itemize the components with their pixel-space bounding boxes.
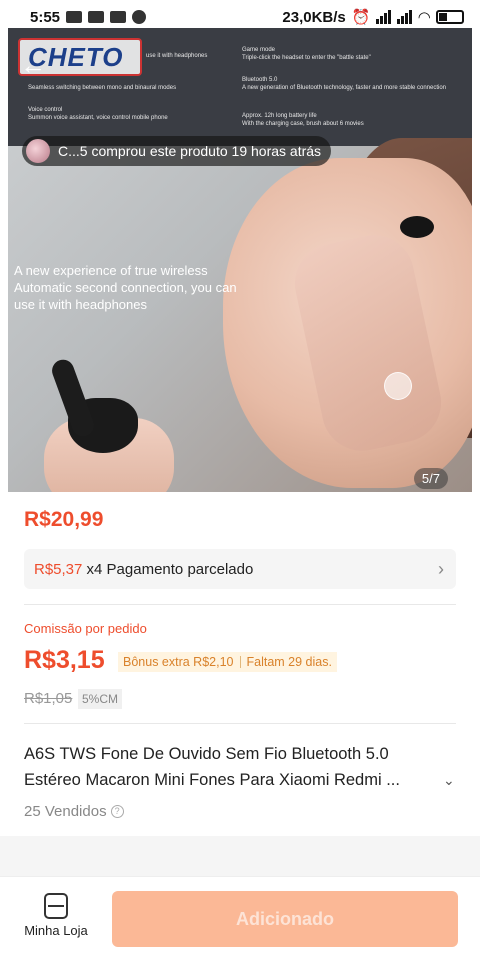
wifi-icon: ◠ bbox=[418, 9, 430, 26]
remaining-days: Faltam 29 dias. bbox=[246, 655, 332, 669]
divider bbox=[239, 656, 241, 668]
divider bbox=[24, 723, 456, 724]
chevron-right-icon: › bbox=[438, 559, 444, 579]
feature-text: use it with headphones bbox=[146, 53, 208, 59]
avatar bbox=[26, 139, 50, 163]
feature-text: Game mode bbox=[242, 47, 276, 53]
sold-text: 25 Vendidos bbox=[24, 803, 107, 820]
commission-label: Comissão por pedido bbox=[24, 621, 147, 636]
feature-text: Voice control bbox=[28, 107, 63, 113]
feature-text: Seamless switching between mono and bina… bbox=[28, 85, 177, 91]
feature-text: Approx. 12h long battery life bbox=[242, 113, 317, 119]
section-gap bbox=[0, 836, 480, 876]
recent-purchase-badge: C...5 comprou este produto 19 horas atrá… bbox=[22, 136, 332, 166]
earbud-image bbox=[400, 216, 434, 238]
bonus-text: Bônus extra R$2,10 bbox=[123, 655, 234, 669]
back-arrow-icon[interactable]: ← bbox=[20, 50, 50, 80]
status-left: 5:55 bbox=[30, 8, 147, 26]
bottom-action-bar: Minha Loja Adicionado bbox=[0, 876, 480, 960]
image-counter: 5/7 bbox=[413, 468, 448, 489]
feature-text: Triple-click the headset to enter the "b… bbox=[242, 55, 371, 61]
network-speed: 23,0KB/s bbox=[282, 8, 346, 26]
battery-icon bbox=[436, 10, 464, 24]
product-image[interactable]: use it with headphones Seamless switchin… bbox=[8, 28, 472, 492]
feature-text: Bluetooth 5.0 bbox=[242, 77, 278, 83]
signal-icon bbox=[397, 10, 413, 24]
commission-value: R$3,15 bbox=[24, 646, 105, 674]
floating-button[interactable] bbox=[384, 372, 412, 400]
my-store-button[interactable]: Minha Loja bbox=[14, 893, 98, 949]
image-caption: A new experience of true wireless Automa… bbox=[14, 263, 237, 312]
product-price: R$20,99 bbox=[24, 508, 104, 531]
alarm-icon: ⏰ bbox=[351, 9, 371, 26]
sold-count: 25 Vendidos ? bbox=[24, 803, 124, 820]
status-right: 23,0KB/s ⏰ ◠ bbox=[282, 8, 464, 26]
signal-icon bbox=[376, 10, 392, 24]
video-icon bbox=[110, 11, 127, 23]
store-icon bbox=[44, 893, 68, 919]
installment-price: R$5,37 bbox=[34, 560, 83, 578]
my-store-label: Minha Loja bbox=[24, 923, 88, 938]
added-button[interactable]: Adicionado bbox=[112, 891, 458, 947]
bonus-badge: Bônus extra R$2,10 Faltam 29 dias. bbox=[118, 652, 337, 672]
whatsapp-icon bbox=[132, 10, 147, 24]
divider bbox=[24, 604, 456, 605]
feature-text: Summon voice assistant, voice control mo… bbox=[28, 115, 168, 121]
notification-icon bbox=[66, 11, 83, 23]
commission-percent-tag: 5%CM bbox=[78, 689, 123, 709]
clock: 5:55 bbox=[30, 8, 61, 26]
chevron-down-icon[interactable]: ⌄ bbox=[443, 772, 455, 789]
old-commission: R$1,05 bbox=[24, 690, 73, 707]
recent-purchase-text: C...5 comprou este produto 19 horas atrá… bbox=[58, 143, 322, 159]
help-icon[interactable]: ? bbox=[110, 805, 124, 818]
installments-row[interactable]: R$5,37 x4 Pagamento parcelado › bbox=[24, 549, 456, 589]
product-title[interactable]: A6S TWS Fone De Ouvido Sem Fio Bluetooth… bbox=[24, 741, 444, 793]
notification-icon bbox=[88, 11, 105, 23]
feature-text: With the charging case, brush about 6 mo… bbox=[242, 121, 364, 127]
feature-text: A new generation of Bluetooth technology… bbox=[242, 85, 447, 91]
installment-text: x4 Pagamento parcelado bbox=[82, 560, 254, 578]
